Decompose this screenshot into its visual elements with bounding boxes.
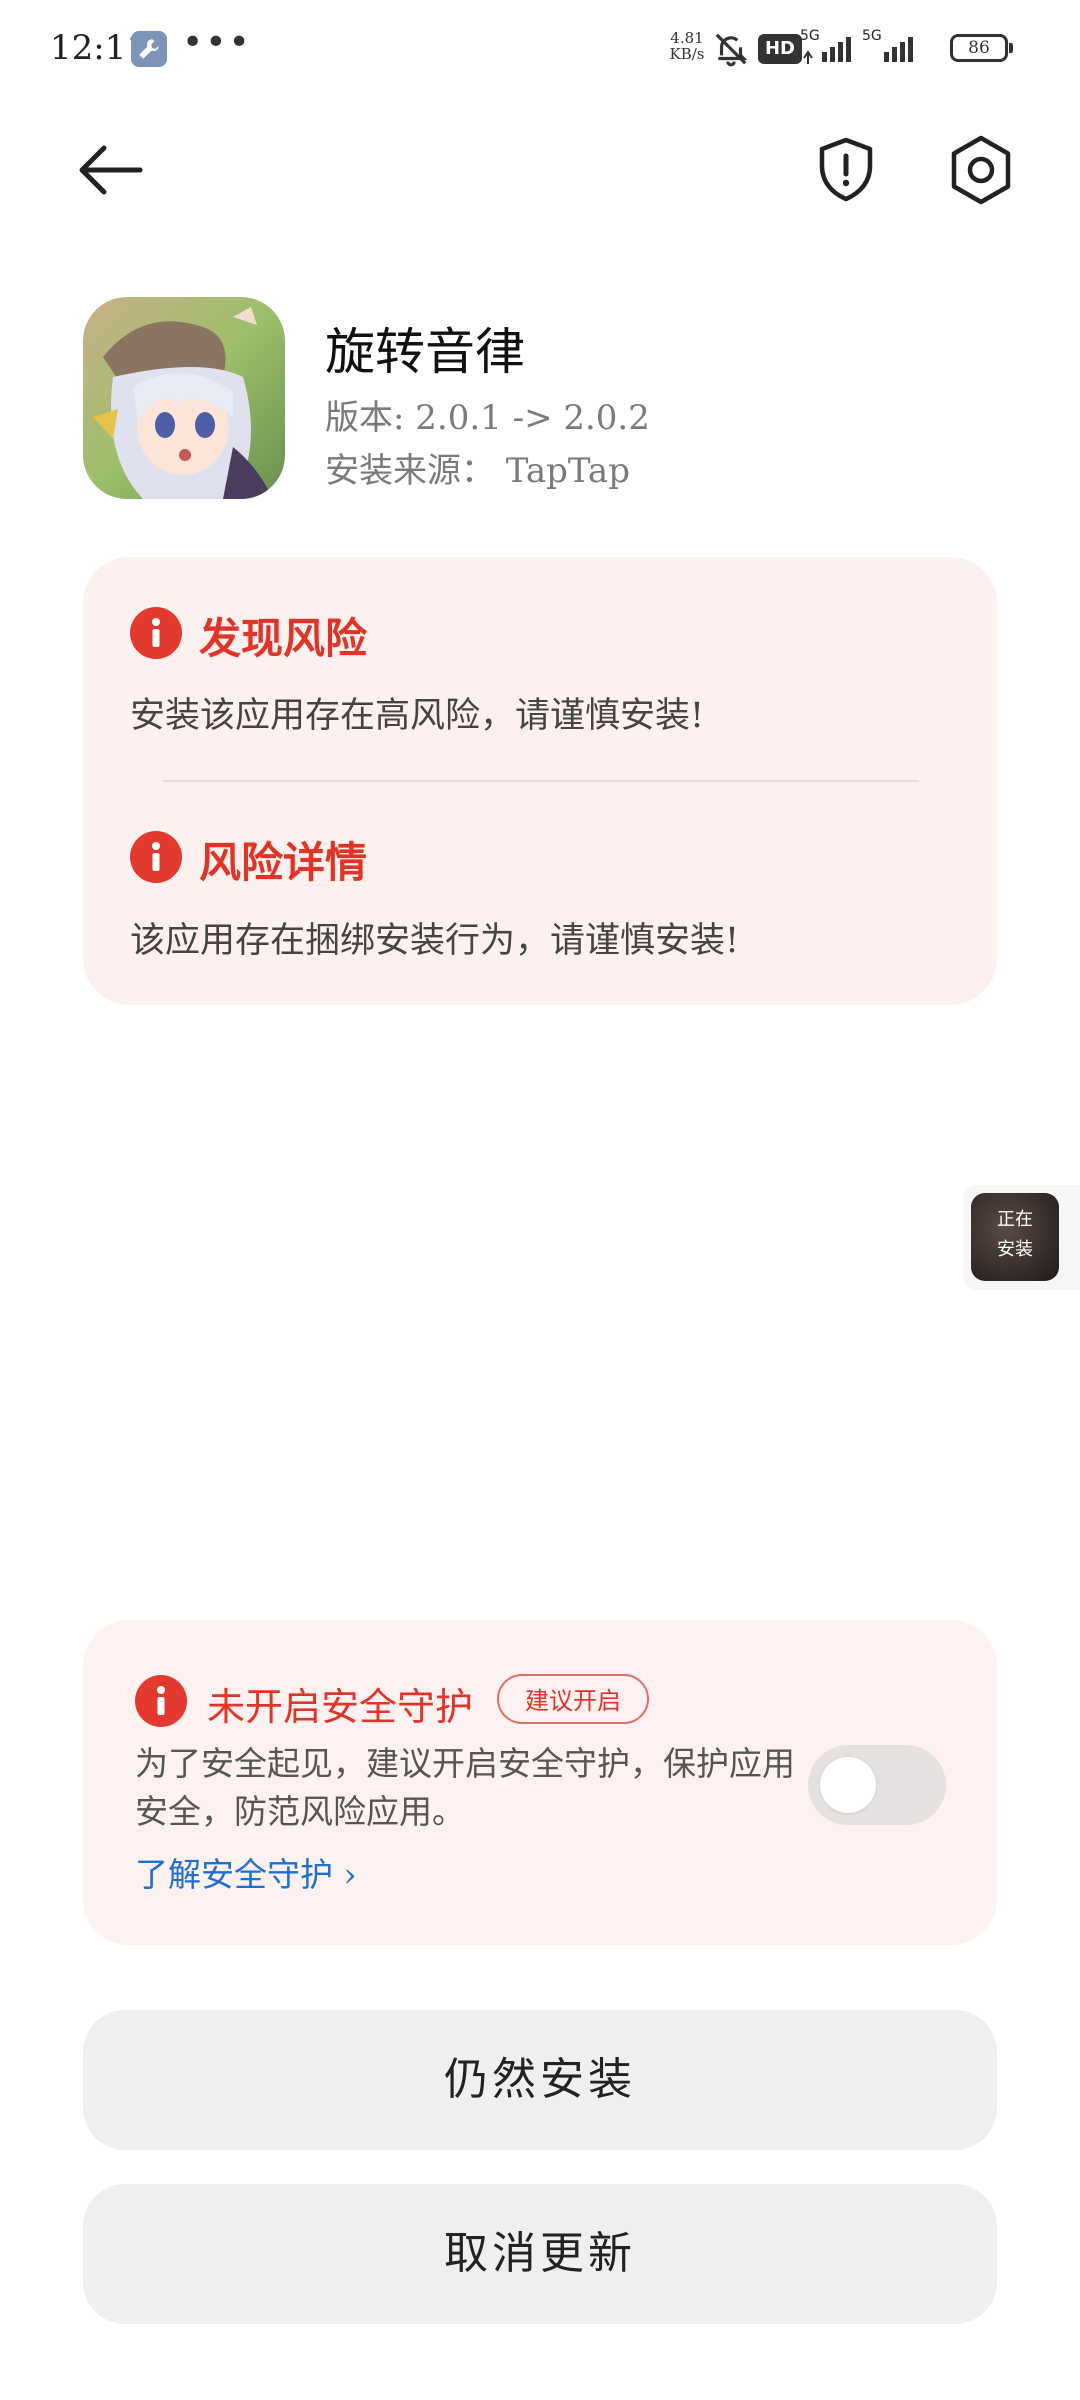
app-icon — [83, 297, 285, 499]
chevron-right-icon: › — [343, 1855, 357, 1894]
install-source: 安装来源： TapTap — [325, 451, 630, 491]
learn-protection-link[interactable]: 了解安全守护 › — [135, 1848, 357, 1896]
security-protection-card: 未开启安全守护 建议开启 为了安全起见，建议开启安全守护，保护应用安全，防范风险… — [83, 1620, 997, 1945]
bell-muted-icon — [712, 30, 750, 72]
speed-unit: KB/s — [669, 45, 705, 63]
installing-line2: 安装 — [997, 1239, 1033, 1260]
signal-icon: 5G — [862, 28, 922, 68]
installing-floating-tab[interactable]: 正在 安装 — [963, 1185, 1080, 1290]
settings-hexagon-icon — [951, 135, 1011, 205]
shield-alert-icon — [819, 137, 873, 202]
app-name: 旋转音律 — [325, 323, 525, 381]
learn-protection-label: 了解安全守护 — [135, 1855, 333, 1894]
toggle-knob — [820, 1757, 876, 1813]
speed-value: 4.81 — [670, 29, 704, 47]
risk-found-desc: 安装该应用存在高风险，请谨慎安装! — [130, 696, 705, 736]
installing-line1: 正在 — [997, 1209, 1033, 1230]
risk-detail-desc: 该应用存在捆绑安装行为，请谨慎安装! — [130, 921, 740, 961]
info-alert-icon — [135, 1675, 187, 1727]
risk-card: 发现风险 安装该应用存在高风险，请谨慎安装! 风险详情 该应用存在捆绑安装行为，… — [83, 557, 997, 1005]
settings-button[interactable] — [941, 130, 1021, 210]
install-anyway-button[interactable]: 仍然安装 — [83, 2010, 997, 2150]
info-alert-icon — [130, 607, 182, 659]
battery-icon: 86 — [950, 34, 1013, 62]
signal-icon: 5G — [800, 28, 860, 68]
info-alert-icon — [130, 831, 182, 883]
security-button[interactable] — [808, 132, 884, 208]
risk-detail-title: 风险详情 — [199, 838, 368, 887]
network-speed: 4.81 KB/s — [666, 30, 708, 62]
installing-thumbnail: 正在 安装 — [971, 1193, 1059, 1281]
back-button[interactable] — [72, 132, 148, 208]
cancel-update-button[interactable]: 取消更新 — [83, 2184, 997, 2324]
app-version: 版本: 2.0.1 -> 2.0.2 — [325, 398, 650, 438]
protection-title: 未开启安全守护 — [207, 1685, 474, 1729]
divider — [163, 780, 919, 782]
protection-desc: 为了安全起见，建议开启安全守护，保护应用安全，防范风险应用。 — [135, 1744, 795, 1831]
recommend-badge: 建议开启 — [497, 1674, 649, 1724]
back-arrow-icon — [79, 145, 143, 195]
hd-voice-icon: HD — [758, 34, 802, 64]
protection-toggle[interactable] — [808, 1745, 946, 1825]
risk-found-title: 发现风险 — [199, 614, 368, 663]
overflow-dots: ••• — [182, 22, 252, 63]
battery-level: 86 — [968, 38, 990, 58]
wrench-icon — [131, 31, 167, 67]
status-bar: 12:11 ••• 4.81 KB/s HD 5G 5G 86 — [0, 0, 1080, 100]
